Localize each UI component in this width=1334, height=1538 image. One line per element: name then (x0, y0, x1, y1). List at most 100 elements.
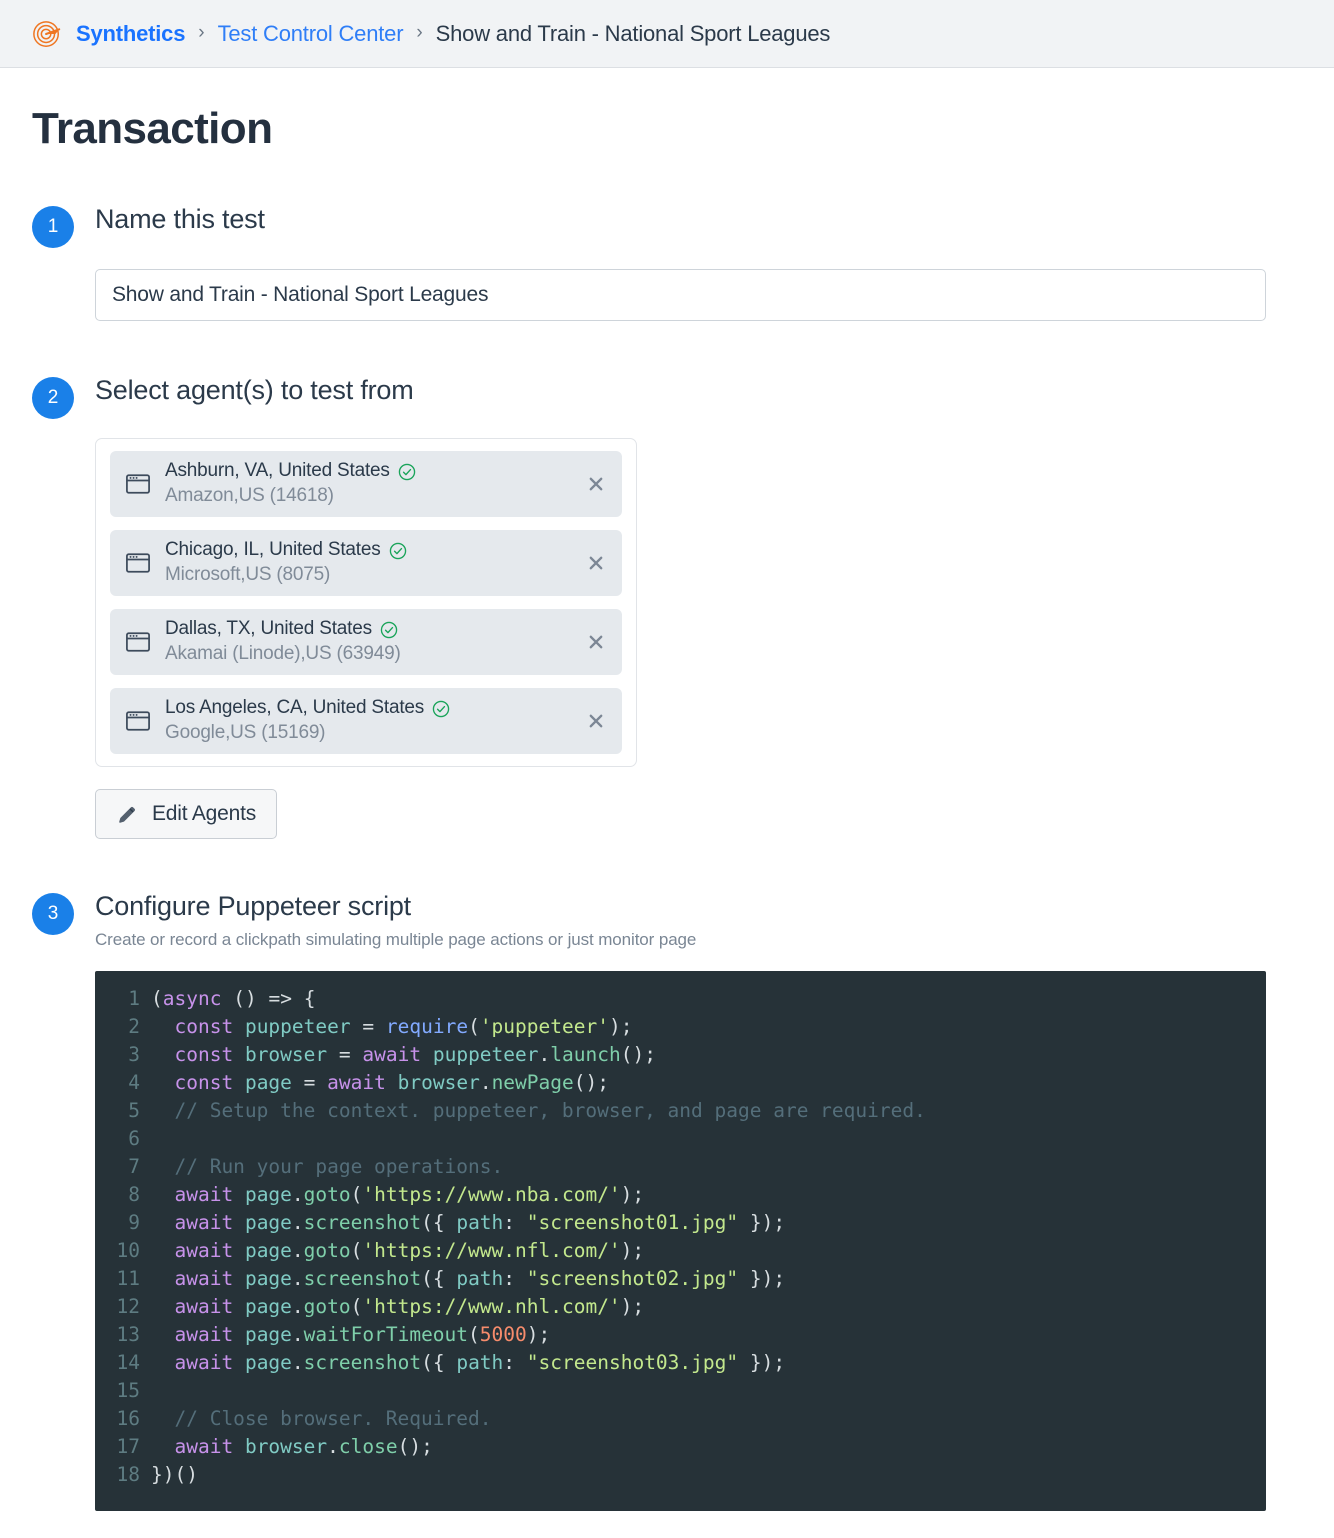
agent-location: Ashburn, VA, United States (165, 460, 390, 482)
code-line-text: await page.screenshot({ path: "screensho… (174, 1211, 786, 1235)
step-select-agents: 2 Select agent(s) to test from Ashburn, … (32, 375, 1302, 839)
step-header: 3 Configure Puppeteer script Create or r… (32, 891, 1302, 950)
line-number: 13 (116, 1323, 140, 1347)
remove-agent-button[interactable] (584, 709, 608, 733)
close-icon (589, 635, 603, 649)
line-number: 12 (116, 1295, 140, 1319)
agent-row[interactable]: Los Angeles, CA, United States Google,US… (110, 688, 622, 754)
code-line: 10 await page.goto('https://www.nfl.com/… (95, 1237, 1266, 1265)
puppeteer-script-editor[interactable]: 1 (async () => {2 const puppeteer = requi… (95, 971, 1266, 1512)
step-configure-puppeteer-script: 3 Configure Puppeteer script Create or r… (32, 891, 1302, 1512)
remove-agent-button[interactable] (584, 551, 608, 575)
line-number: 2 (128, 1015, 140, 1039)
code-line-text: const puppeteer = require('puppeteer'); (174, 1015, 633, 1039)
code-line: 2 const puppeteer = require('puppeteer')… (95, 1013, 1266, 1041)
breadcrumb-item-current: Show and Train - National Sport Leagues (435, 20, 831, 46)
code-line: 13 await page.waitForTimeout(5000); (95, 1321, 1266, 1349)
remove-agent-button[interactable] (584, 630, 608, 654)
step-title: Select agent(s) to test from (95, 375, 414, 405)
line-number: 16 (116, 1407, 140, 1431)
synthetics-target-logo-icon (33, 20, 61, 47)
agent-row[interactable]: Chicago, IL, United States Microsoft,US … (110, 530, 622, 596)
step-content (95, 248, 1302, 321)
code-line: 5 // Setup the context. puppeteer, brows… (95, 1097, 1266, 1125)
code-line-text: await page.goto('https://www.nfl.com/'); (174, 1239, 645, 1263)
code-line: 1 (async () => { (95, 985, 1266, 1013)
agent-text: Ashburn, VA, United States Amazon,US (14… (165, 460, 608, 508)
agent-location-line: Dallas, TX, United States (165, 618, 608, 641)
code-line: 9 await page.screenshot({ path: "screens… (95, 1209, 1266, 1237)
agent-text: Los Angeles, CA, United States Google,US… (165, 697, 608, 745)
code-line-text: // Close browser. Required. (151, 1407, 492, 1431)
code-line-text: await page.goto('https://www.nhl.com/'); (174, 1295, 645, 1319)
step-name-this-test: 1 Name this test (32, 204, 1302, 321)
step-number-badge: 1 (32, 206, 74, 248)
edit-agents-button[interactable]: Edit Agents (95, 789, 278, 839)
line-number: 1 (128, 987, 140, 1011)
agent-row[interactable]: Dallas, TX, United States Akamai (Linode… (110, 609, 622, 675)
code-line: 6 (95, 1125, 1266, 1153)
line-number: 4 (128, 1071, 140, 1095)
breadcrumb-item-test-control-center[interactable]: Test Control Center (218, 21, 404, 47)
line-number: 15 (116, 1379, 140, 1403)
code-line: 7 // Run your page operations. (95, 1153, 1266, 1181)
line-number: 18 (116, 1463, 140, 1487)
code-line-text: const page = await browser.newPage(); (174, 1071, 610, 1095)
line-number: 10 (116, 1239, 140, 1263)
step-content: Ashburn, VA, United States Amazon,US (14… (95, 438, 1302, 839)
agents-list: Ashburn, VA, United States Amazon,US (14… (95, 438, 637, 767)
code-line: 4 const page = await browser.newPage(); (95, 1069, 1266, 1097)
browser-window-icon (126, 474, 150, 494)
line-number: 8 (128, 1183, 140, 1207)
agent-provider: Amazon,US (14618) (165, 485, 334, 507)
agent-row[interactable]: Ashburn, VA, United States Amazon,US (14… (110, 451, 622, 517)
check-circle-icon (432, 700, 450, 717)
close-icon (589, 714, 603, 728)
code-line: 16 // Close browser. Required. (95, 1405, 1266, 1433)
check-circle-icon (380, 621, 398, 638)
code-line-text: (async () => { (151, 987, 316, 1011)
breadcrumb-item-synthetics[interactable]: Synthetics (76, 21, 185, 47)
code-line-text: })() (151, 1463, 198, 1487)
agent-location-line: Los Angeles, CA, United States (165, 697, 608, 720)
code-line-text: // Run your page operations. (151, 1155, 504, 1179)
step-title-wrap: Select agent(s) to test from (95, 375, 414, 406)
code-line-text: await page.screenshot({ path: "screensho… (174, 1267, 786, 1291)
close-icon (589, 477, 603, 491)
check-circle-icon (389, 542, 406, 559)
breadcrumb-bar: Synthetics › Test Control Center › Show … (0, 0, 1334, 68)
step-title-wrap: Name this test (95, 204, 265, 235)
breadcrumb-separator: › (198, 22, 205, 43)
pencil-icon (119, 806, 135, 823)
code-line: 15 (95, 1377, 1266, 1405)
step-title: Name this test (95, 204, 265, 234)
code-line: 18 })() (95, 1461, 1266, 1489)
page-body: Transaction 1 Name this test 2 Select ag… (0, 104, 1334, 1512)
agent-provider: Microsoft,US (8075) (165, 564, 331, 586)
step-header: 2 Select agent(s) to test from (32, 375, 1302, 419)
line-number: 11 (116, 1267, 140, 1291)
step-subtitle: Create or record a clickpath simulating … (95, 930, 697, 950)
agent-location: Dallas, TX, United States (165, 618, 372, 640)
check-circle-icon (398, 463, 415, 480)
browser-window-icon (126, 553, 150, 573)
line-number: 17 (116, 1435, 140, 1459)
step-number-badge: 2 (32, 377, 74, 419)
remove-agent-button[interactable] (584, 472, 608, 496)
edit-agents-label: Edit Agents (152, 802, 257, 825)
line-number: 9 (128, 1211, 140, 1235)
test-name-input[interactable] (95, 269, 1266, 321)
agent-provider: Google,US (15169) (165, 722, 326, 744)
browser-window-icon (126, 632, 150, 652)
code-line-text: const browser = await puppeteer.launch()… (174, 1043, 656, 1067)
step-content: 1 (async () => {2 const puppeteer = requi… (95, 971, 1302, 1512)
close-icon (589, 556, 603, 570)
line-number: 14 (116, 1351, 140, 1375)
code-line-text: await page.goto('https://www.nba.com/'); (174, 1183, 645, 1207)
line-number: 3 (128, 1043, 140, 1067)
line-number: 7 (128, 1155, 140, 1179)
breadcrumb-separator: › (416, 22, 423, 43)
browser-window-icon (126, 711, 150, 731)
agent-location-line: Ashburn, VA, United States (165, 460, 608, 483)
step-title: Configure Puppeteer script (95, 891, 411, 921)
